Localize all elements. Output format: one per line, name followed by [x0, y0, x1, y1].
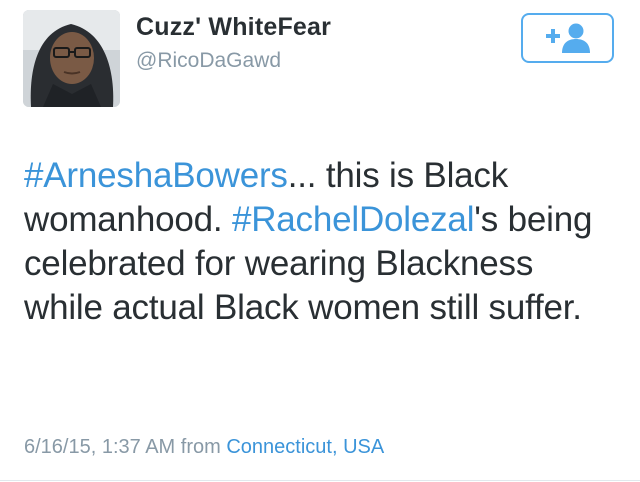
tweet-card: Cuzz' WhiteFear @RicoDaGawd #ArneshaBowe… — [0, 0, 640, 482]
hashtag-link[interactable]: #RachelDolezal — [232, 200, 475, 239]
hashtag-link[interactable]: #ArneshaBowers — [24, 156, 288, 195]
user-handle[interactable]: @RicoDaGawd — [136, 49, 281, 73]
timestamp[interactable]: 6/16/15, 1:37 AM — [24, 436, 175, 458]
avatar-photo — [23, 10, 120, 107]
from-label: from — [180, 436, 221, 458]
avatar[interactable] — [23, 10, 120, 107]
add-person-icon — [545, 23, 590, 53]
tweet-meta: 6/16/15, 1:37 AM from Connecticut, USA — [24, 436, 384, 459]
display-name[interactable]: Cuzz' WhiteFear — [136, 13, 331, 42]
tweet-text: #ArneshaBowers... this is Black womanhoo… — [24, 154, 604, 330]
follow-button[interactable] — [521, 13, 614, 63]
location-link[interactable]: Connecticut, USA — [226, 436, 384, 458]
divider — [0, 480, 640, 481]
